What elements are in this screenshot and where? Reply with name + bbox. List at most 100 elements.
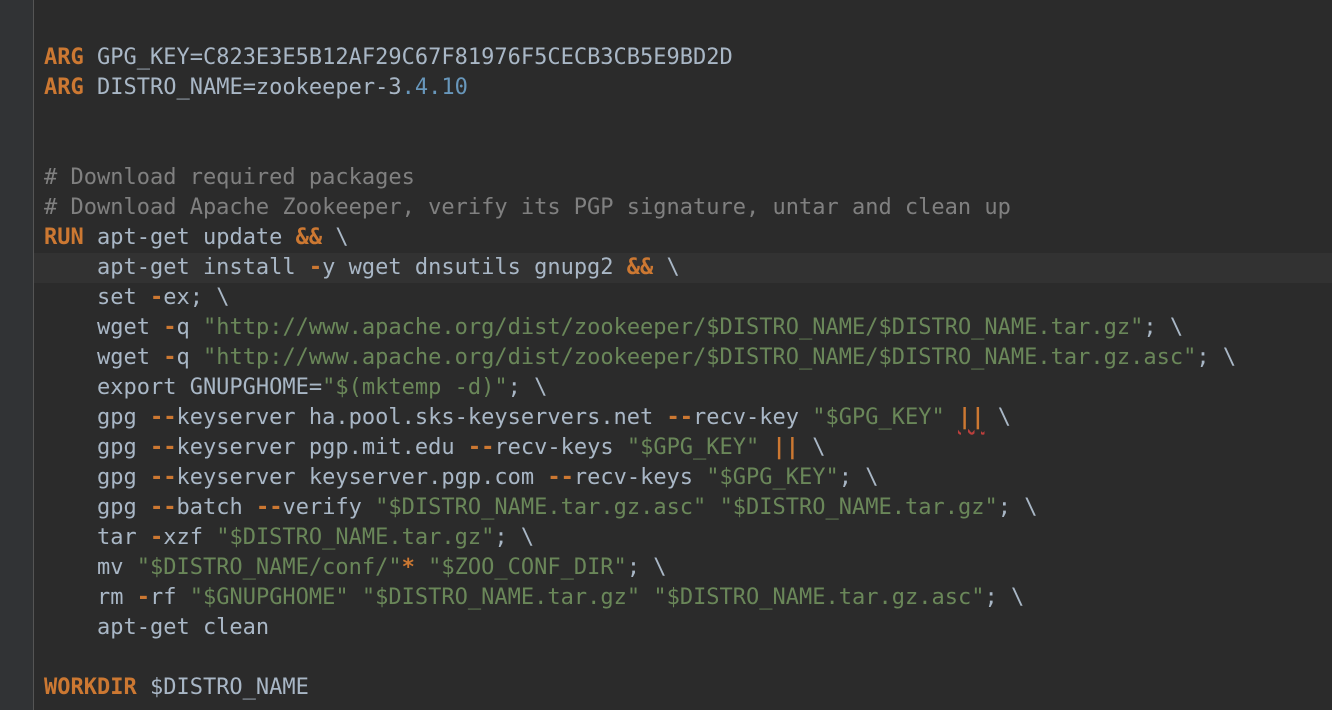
code-token: -- (547, 465, 574, 490)
code-token: "$ZOO_CONF_DIR" (428, 555, 627, 580)
code-token: recv-keys (494, 435, 627, 460)
code-token: \ (653, 255, 680, 280)
code-token: recv-key (693, 405, 813, 430)
code-line[interactable]: # Download Apache Zookeeper, verify its … (44, 193, 1332, 223)
code-token: # Download Apache Zookeeper, verify its … (44, 195, 1011, 220)
code-token: ; \ (838, 465, 879, 490)
code-token: \ (984, 405, 1011, 430)
code-token: # Download required packages (44, 165, 415, 190)
code-token: "$DISTRO_NAME.tar.gz" (216, 525, 495, 550)
code-token: * (401, 555, 415, 580)
code-token: wget (44, 345, 164, 370)
code-token: rm (44, 585, 137, 610)
code-token: keyserver ha.pool.sks-keyservers.net (176, 405, 667, 430)
code-token: - (149, 525, 164, 550)
code-token: GPG_KEY=C823E3E5B12AF29C67F81976F5CECB3C… (83, 45, 733, 70)
code-token: apt-get clean (44, 615, 270, 640)
code-line[interactable]: # Download required packages (44, 163, 1332, 193)
code-line[interactable]: gpg --keyserver keyserver.pgp.com --recv… (44, 463, 1332, 493)
code-token: set (44, 285, 150, 310)
code-token: "$DISTRO_NAME/conf/" (136, 555, 402, 580)
code-token: - (149, 285, 164, 310)
code-token: - (308, 255, 323, 280)
code-token: -- (149, 495, 177, 520)
code-line[interactable]: set -ex; \ (44, 283, 1332, 313)
code-token: - (163, 345, 177, 370)
code-line[interactable]: rm -rf "$GNUPGHOME" "$DISTRO_NAME.tar.gz… (44, 583, 1332, 613)
code-token: .4.10 (401, 75, 468, 100)
code-token: "$DISTRO_NAME.tar.gz" (719, 495, 998, 520)
code-line[interactable] (44, 643, 1332, 673)
code-token: batch (176, 495, 256, 520)
code-token: - (136, 585, 150, 610)
code-token: recv-keys (573, 465, 707, 490)
code-token: y wget dnsutils gnupg2 (322, 255, 627, 280)
code-token: "$DISTRO_NAME.tar.gz.asc" (375, 495, 707, 520)
code-token: ex; \ (163, 285, 230, 310)
code-line[interactable]: apt-get install -y wget dnsutils gnupg2 … (34, 253, 1332, 283)
editor-gutter[interactable] (0, 0, 34, 710)
code-token: || (772, 435, 800, 460)
code-token: "$GPG_KEY" (626, 435, 760, 460)
code-line[interactable]: RUN apt-get update && \ (44, 223, 1332, 253)
code-token: tar (44, 525, 150, 550)
code-token: ; \ (1196, 345, 1237, 370)
code-line[interactable]: WORKDIR $DISTRO_NAME (44, 673, 1332, 703)
code-token: \ (799, 435, 826, 460)
code-line[interactable]: ARG DISTRO_NAME=zookeeper-3.4.10 (44, 73, 1332, 103)
code-token: ; \ (1143, 315, 1184, 340)
code-token: ; \ (997, 495, 1038, 520)
code-line[interactable]: tar -xzf "$DISTRO_NAME.tar.gz"; \ (44, 523, 1332, 553)
code-token: ; \ (494, 525, 535, 550)
code-line[interactable] (44, 133, 1332, 163)
code-token: WORKDIR (44, 675, 137, 700)
code-editor[interactable]: ARG GPG_KEY=C823E3E5B12AF29C67F81976F5CE… (0, 0, 1332, 710)
code-token: wget (44, 315, 164, 340)
code-token: keyserver pgp.mit.edu (176, 435, 468, 460)
code-token: -- (666, 405, 694, 430)
code-token: - (163, 315, 177, 340)
code-line[interactable] (44, 103, 1332, 133)
code-line[interactable]: mv "$DISTRO_NAME/conf/"* "$ZOO_CONF_DIR"… (44, 553, 1332, 583)
code-token: -- (149, 435, 177, 460)
code-token: ARG (44, 75, 84, 100)
code-token: -- (255, 495, 283, 520)
code-token: q (176, 345, 203, 370)
code-token: gpg (44, 435, 150, 460)
code-line[interactable]: export GNUPGHOME="$(mktemp -d)"; \ (44, 373, 1332, 403)
code-area[interactable]: ARG GPG_KEY=C823E3E5B12AF29C67F81976F5CE… (34, 43, 1332, 703)
code-line[interactable]: ARG GPG_KEY=C823E3E5B12AF29C67F81976F5CE… (44, 43, 1332, 73)
code-token: gpg (44, 405, 150, 430)
code-token: q (176, 315, 203, 340)
code-token: "$DISTRO_NAME.tar.gz" (361, 585, 641, 610)
code-line[interactable]: gpg --batch --verify "$DISTRO_NAME.tar.g… (44, 493, 1332, 523)
code-token: "http://www.apache.org/dist/zookeeper/$D… (202, 315, 1144, 340)
code-token: || (957, 405, 985, 430)
code-line[interactable]: wget -q "http://www.apache.org/dist/zook… (44, 313, 1332, 343)
code-token: "$GPG_KEY" (706, 465, 839, 490)
code-token: ; \ (507, 375, 548, 400)
code-line[interactable]: wget -q "http://www.apache.org/dist/zook… (44, 343, 1332, 373)
code-token: -- (149, 465, 177, 490)
code-token: RUN (44, 225, 84, 250)
code-token: && (626, 255, 654, 280)
code-token: mv (44, 555, 137, 580)
code-token: rf (149, 585, 190, 610)
code-token: && (295, 225, 323, 250)
code-token: apt-get install (44, 255, 309, 280)
code-token: ARG (44, 45, 84, 70)
code-line[interactable]: gpg --keyserver pgp.mit.edu --recv-keys … (44, 433, 1332, 463)
code-token: "$GPG_KEY" (812, 405, 945, 430)
code-token: "$GNUPGHOME" (189, 585, 349, 610)
code-token: gpg (44, 465, 150, 490)
code-token: DISTRO_NAME=zookeeper-3 (83, 75, 402, 100)
code-line[interactable]: gpg --keyserver ha.pool.sks-keyservers.n… (44, 403, 1332, 433)
code-token: xzf (163, 525, 217, 550)
code-line[interactable]: apt-get clean (44, 613, 1332, 643)
